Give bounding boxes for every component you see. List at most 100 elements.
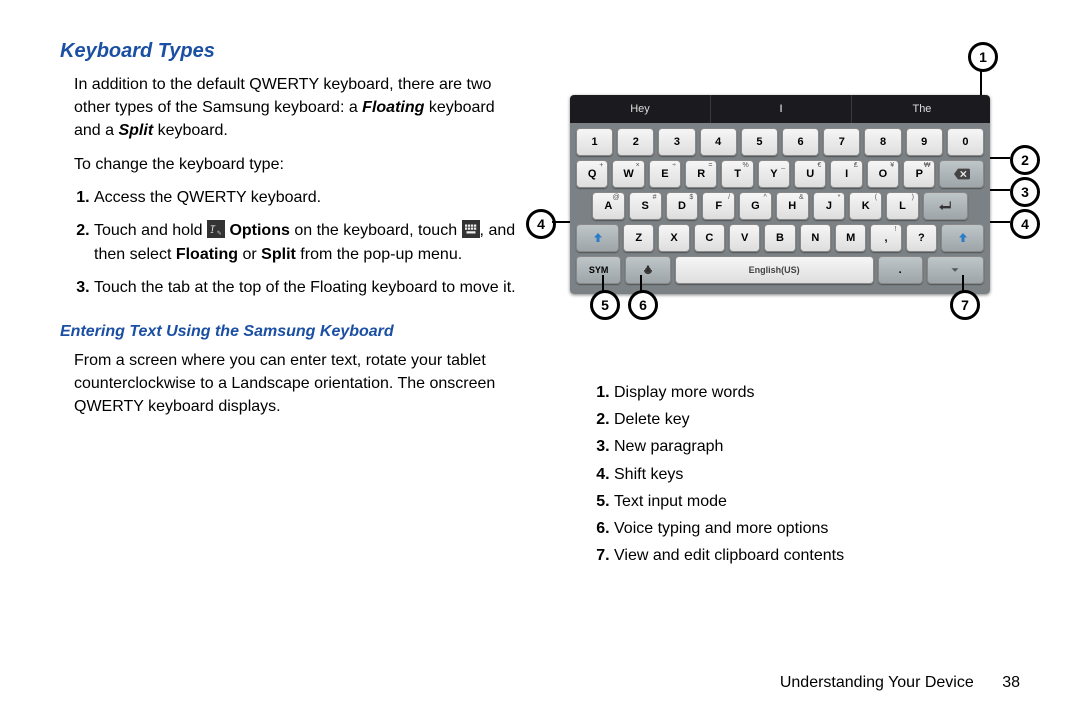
t: Floating xyxy=(176,246,238,263)
t: F xyxy=(715,200,722,212)
key-n: N xyxy=(800,224,831,252)
t: on the keyboard, touch xyxy=(290,222,462,239)
t: Split xyxy=(118,122,153,139)
key-f: /F xyxy=(702,192,735,220)
key-r: =R xyxy=(685,160,717,188)
suggest-left: Hey xyxy=(570,95,711,123)
line xyxy=(602,275,604,291)
t: ( xyxy=(875,194,877,201)
svg-text:✎: ✎ xyxy=(217,230,222,237)
line xyxy=(990,157,1010,159)
key-x: X xyxy=(658,224,689,252)
t: W xyxy=(623,168,633,180)
t: Split xyxy=(261,246,296,263)
key-hide xyxy=(927,256,984,284)
key-o: ¥O xyxy=(867,160,899,188)
t: ) xyxy=(912,194,914,201)
t: S xyxy=(641,200,648,212)
key-i: ₤I xyxy=(830,160,862,188)
key-t: %T xyxy=(721,160,753,188)
keyboard-legend: Display more words Delete key New paragr… xyxy=(580,379,1020,569)
key-question: ? xyxy=(906,224,937,252)
key-0: 0 xyxy=(947,128,984,156)
key-comma: !, xyxy=(870,224,901,252)
step-3: Touch the tab at the top of the Floating… xyxy=(94,276,520,301)
t: J xyxy=(826,200,832,212)
key-options xyxy=(625,256,670,284)
t: ₤ xyxy=(854,162,858,169)
callout-2: 2 xyxy=(1010,145,1040,175)
t: Touch and hold xyxy=(94,222,207,239)
key-9: 9 xyxy=(906,128,943,156)
intro-paragraph: In addition to the default QWERTY keyboa… xyxy=(74,73,520,143)
key-shift-left xyxy=(576,224,619,252)
legend-2: Delete key xyxy=(614,406,1020,433)
line xyxy=(990,189,1010,191)
keyboard-icon xyxy=(462,220,480,238)
t: Floating xyxy=(362,99,424,116)
t: / xyxy=(728,194,730,201)
key-q: +Q xyxy=(576,160,608,188)
t: € xyxy=(818,162,822,169)
t: = xyxy=(708,162,712,169)
key-space: English(US) xyxy=(675,256,874,284)
t: & xyxy=(799,194,804,201)
callout-1: 1 xyxy=(968,42,998,72)
key-k: (K xyxy=(849,192,882,220)
page-footer: Understanding Your Device 38 xyxy=(780,674,1020,692)
step-2: Touch and hold Ṯ✎ Options on the keyboar… xyxy=(94,219,520,269)
t: % xyxy=(743,162,749,169)
key-delete xyxy=(939,160,983,188)
key-period: . xyxy=(878,256,923,284)
heading-entering-text: Entering Text Using the Samsung Keyboard xyxy=(60,323,520,341)
t: U xyxy=(806,168,814,180)
key-c: C xyxy=(694,224,725,252)
key-4: 4 xyxy=(700,128,737,156)
callout-6: 6 xyxy=(628,290,658,320)
t: ¥ xyxy=(890,162,894,169)
footer-page-number: 38 xyxy=(1002,674,1020,691)
legend-5: Text input mode xyxy=(614,488,1020,515)
line xyxy=(552,221,570,223)
key-8: 8 xyxy=(864,128,901,156)
t: ! xyxy=(895,226,897,233)
change-lead: To change the keyboard type: xyxy=(74,153,520,176)
t: K xyxy=(862,200,870,212)
t: _ xyxy=(781,162,785,169)
t: or xyxy=(238,246,261,263)
t: × xyxy=(636,162,640,169)
key-2: 2 xyxy=(617,128,654,156)
line xyxy=(980,69,982,95)
t: A xyxy=(604,200,612,212)
key-g: ^G xyxy=(739,192,772,220)
line xyxy=(640,275,642,291)
key-1: 1 xyxy=(576,128,613,156)
entering-text-body: From a screen where you can enter text, … xyxy=(74,349,520,419)
legend-4: Shift keys xyxy=(614,461,1020,488)
key-l: )L xyxy=(886,192,919,220)
key-5: 5 xyxy=(741,128,778,156)
change-steps: Access the QWERTY keyboard. Touch and ho… xyxy=(74,186,520,301)
key-6: 6 xyxy=(782,128,819,156)
t: H xyxy=(788,200,796,212)
t: keyboard. xyxy=(153,122,228,139)
t: R xyxy=(697,168,705,180)
t: P xyxy=(916,168,923,180)
t: Q xyxy=(588,168,597,180)
t: E xyxy=(661,168,668,180)
key-v: V xyxy=(729,224,760,252)
legend-3: New paragraph xyxy=(614,433,1020,460)
t: O xyxy=(879,168,888,180)
t: ₩ xyxy=(924,162,931,169)
key-z: Z xyxy=(623,224,654,252)
key-e: ÷E xyxy=(649,160,681,188)
keyboard-figure: Hey I The 1 2 3 4 5 6 7 8 9 xyxy=(570,95,990,279)
t: Y xyxy=(770,168,777,180)
key-u: €U xyxy=(794,160,826,188)
t: G xyxy=(751,200,760,212)
key-s: #S xyxy=(629,192,662,220)
key-h: &H xyxy=(776,192,809,220)
key-y: _Y xyxy=(758,160,790,188)
key-m: M xyxy=(835,224,866,252)
key-7: 7 xyxy=(823,128,860,156)
